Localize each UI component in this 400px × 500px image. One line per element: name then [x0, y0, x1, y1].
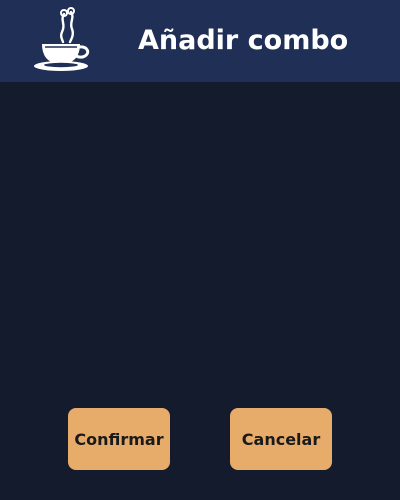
main-content: [0, 82, 400, 500]
confirm-button[interactable]: Confirmar: [68, 408, 170, 470]
app-header: Añadir combo: [0, 0, 400, 82]
page-title: Añadir combo: [138, 25, 349, 56]
coffee-cup-icon: [34, 7, 90, 71]
cancel-button[interactable]: Cancelar: [230, 408, 332, 470]
logo: [30, 6, 96, 74]
